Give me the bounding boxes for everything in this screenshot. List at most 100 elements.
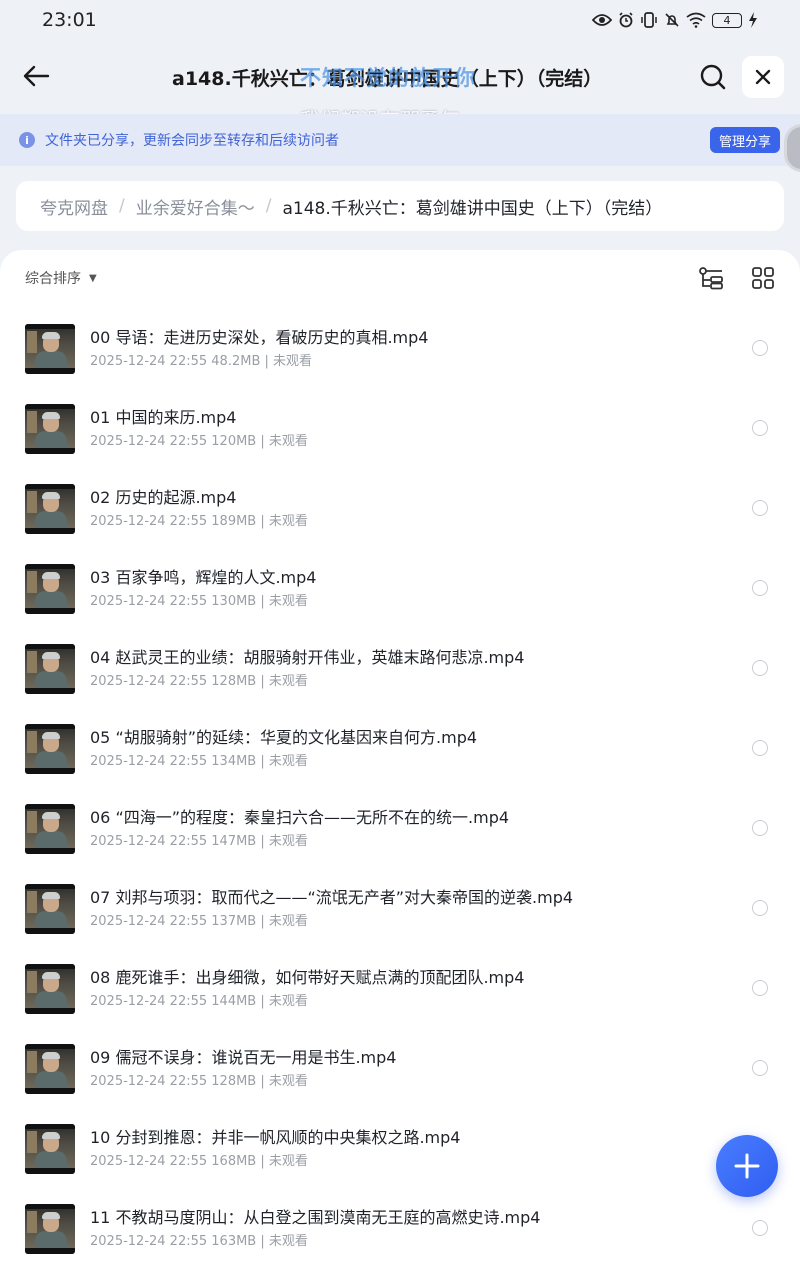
thumbnail-shelf xyxy=(27,491,37,513)
thumbnail-shelf xyxy=(27,1211,37,1233)
video-thumbnail xyxy=(25,404,75,454)
manage-share-button[interactable]: 管理分享 xyxy=(710,127,780,153)
thumbnail-bar-bot xyxy=(25,688,75,694)
select-radio[interactable] xyxy=(752,660,768,676)
breadcrumb: 夸克网盘 / 业余爱好合集～ / a148.千秋兴亡：葛剑雄讲中国史（上下）（完… xyxy=(16,181,784,231)
video-thumbnail xyxy=(25,1204,75,1254)
select-radio[interactable] xyxy=(752,900,768,916)
video-thumbnail xyxy=(25,564,75,614)
breadcrumb-item-parent[interactable]: 业余爱好合集～ xyxy=(136,194,255,219)
caret-down-icon: ▼ xyxy=(89,272,97,284)
thumbnail-body xyxy=(35,991,67,1009)
file-meta: 2025-12-24 22:55 130MB | 未观看 xyxy=(90,594,308,609)
file-name: 10 分封到推恩：并非一帆风顺的中央集权之路.mp4 xyxy=(90,1128,461,1147)
thumbnail-bar-top xyxy=(25,404,75,409)
file-name: 00 导语：走进历史深处，看破历史的真相.mp4 xyxy=(90,328,429,347)
status-bar: 23:01 4 xyxy=(0,0,800,40)
thumbnail-bar-top xyxy=(25,1044,75,1049)
file-list-item[interactable]: 02 历史的起源.mp4 2025-12-24 22:55 189MB | 未观看 xyxy=(0,472,800,552)
thumbnail-bar-bot xyxy=(25,1168,75,1174)
file-list-item[interactable]: 11 不教胡马度阴山：从白登之围到漠南无王庭的高燃史诗.mp4 2025-12-2… xyxy=(0,1192,800,1272)
eye-icon xyxy=(592,14,612,26)
thumbnail-bar-top xyxy=(25,564,75,569)
thumbnail-bar-bot xyxy=(25,1088,75,1094)
plus-icon xyxy=(734,1153,760,1179)
file-list-item[interactable]: 04 赵武灵王的业绩：胡服骑射开伟业，英雄末路何悲凉.mp4 2025-12-24… xyxy=(0,632,800,712)
thumbnail-bar-top xyxy=(25,1204,75,1209)
arrow-left-icon xyxy=(23,65,50,87)
select-radio[interactable] xyxy=(752,980,768,996)
add-button[interactable] xyxy=(716,1135,778,1197)
thumbnail-hair xyxy=(42,1132,60,1139)
thumbnail-shelf xyxy=(27,811,37,833)
file-name: 07 刘邦与项羽：取而代之——“流氓无产者”对大秦帝国的逆袭.mp4 xyxy=(90,888,574,907)
thumbnail-bar-top xyxy=(25,804,75,809)
close-icon xyxy=(755,69,771,85)
file-list-panel: 综合排序 ▼ 00 导语：走进历史深处，看破历史的真相.mp4 2025-12-2… xyxy=(0,250,800,1280)
close-button[interactable] xyxy=(742,56,784,98)
thumbnail-hair xyxy=(42,812,60,819)
sort-label: 综合排序 xyxy=(25,271,81,287)
select-radio[interactable] xyxy=(752,340,768,356)
thumbnail-bar-bot xyxy=(25,448,75,454)
thumbnail-shelf xyxy=(27,1131,37,1153)
mute-icon xyxy=(665,13,679,27)
tree-view-button[interactable] xyxy=(698,266,726,292)
file-meta: 2025-12-24 22:55 120MB | 未观看 xyxy=(90,434,308,449)
select-radio[interactable] xyxy=(752,420,768,436)
breadcrumb-separator: / xyxy=(265,196,272,216)
file-list-item[interactable]: 08 鹿死谁手：出身细微，如何带好天赋点满的顶配团队.mp4 2025-12-24… xyxy=(0,952,800,1032)
thumbnail-shelf xyxy=(27,331,37,353)
share-banner-text: 文件夹已分享，更新会同步至转存和后续访问者 xyxy=(45,133,339,149)
thumbnail-body xyxy=(35,511,67,529)
file-name: 08 鹿死谁手：出身细微，如何带好天赋点满的顶配团队.mp4 xyxy=(90,968,525,987)
file-list-item[interactable]: 09 儒冠不误身：谁说百无一用是书生.mp4 2025-12-24 22:55 1… xyxy=(0,1032,800,1112)
thumbnail-shelf xyxy=(27,411,37,433)
thumbnail-body xyxy=(35,1151,67,1169)
file-list-item[interactable]: 03 百家争鸣，辉煌的人文.mp4 2025-12-24 22:55 130MB … xyxy=(0,552,800,632)
thumbnail-body xyxy=(35,1231,67,1249)
video-thumbnail xyxy=(25,724,75,774)
thumbnail-hair xyxy=(42,1212,60,1219)
search-button[interactable] xyxy=(696,60,730,94)
thumbnail-bar-top xyxy=(25,964,75,969)
vibrate-icon xyxy=(641,12,657,28)
thumbnail-hair xyxy=(42,1052,60,1059)
thumbnail-bar-bot xyxy=(25,1248,75,1254)
select-radio[interactable] xyxy=(752,1220,768,1236)
file-list-item[interactable]: 10 分封到推恩：并非一帆风顺的中央集权之路.mp4 2025-12-24 22:… xyxy=(0,1112,800,1192)
thumbnail-bar-bot xyxy=(25,1008,75,1014)
thumbnail-bar-top xyxy=(25,484,75,489)
file-name: 11 不教胡马度阴山：从白登之围到漠南无王庭的高燃史诗.mp4 xyxy=(90,1208,541,1227)
select-radio[interactable] xyxy=(752,820,768,836)
file-list-item[interactable]: 06 “四海一”的程度：秦皇扫六合——无所不在的统一.mp4 2025-12-24… xyxy=(0,792,800,872)
thumbnail-shelf xyxy=(27,891,37,913)
thumbnail-hair xyxy=(42,572,60,579)
battery-level: 4 xyxy=(723,13,731,27)
file-list-item[interactable]: 07 刘邦与项羽：取而代之——“流氓无产者”对大秦帝国的逆袭.mp4 2025-1… xyxy=(0,872,800,952)
thumbnail-shelf xyxy=(27,971,37,993)
sort-dropdown[interactable]: 综合排序 ▼ xyxy=(25,268,97,288)
file-list-item[interactable]: 05 “胡服骑射”的延续：华夏的文化基因来自何方.mp4 2025-12-24 2… xyxy=(0,712,800,792)
file-meta: 2025-12-24 22:55 134MB | 未观看 xyxy=(90,754,308,769)
back-button[interactable] xyxy=(18,58,54,94)
select-radio[interactable] xyxy=(752,500,768,516)
select-radio[interactable] xyxy=(752,740,768,756)
thumbnail-hair xyxy=(42,892,60,899)
status-time: 23:01 xyxy=(42,9,97,31)
file-meta: 2025-12-24 22:55 128MB | 未观看 xyxy=(90,674,308,689)
grid-view-button[interactable] xyxy=(751,266,777,292)
thumbnail-body xyxy=(35,1071,67,1089)
file-list-item[interactable]: 01 中国的来历.mp4 2025-12-24 22:55 120MB | 未观看 xyxy=(0,392,800,472)
video-thumbnail xyxy=(25,644,75,694)
thumbnail-bar-bot xyxy=(25,768,75,774)
video-thumbnail xyxy=(25,484,75,534)
video-thumbnail xyxy=(25,804,75,854)
breadcrumb-item-root[interactable]: 夸克网盘 xyxy=(40,194,108,219)
file-list-item[interactable]: 00 导语：走进历史深处，看破历史的真相.mp4 2025-12-24 22:55… xyxy=(0,312,800,392)
thumbnail-bar-top xyxy=(25,644,75,649)
thumbnail-hair xyxy=(42,732,60,739)
select-radio[interactable] xyxy=(752,580,768,596)
file-name: 03 百家争鸣，辉煌的人文.mp4 xyxy=(90,568,317,587)
select-radio[interactable] xyxy=(752,1060,768,1076)
